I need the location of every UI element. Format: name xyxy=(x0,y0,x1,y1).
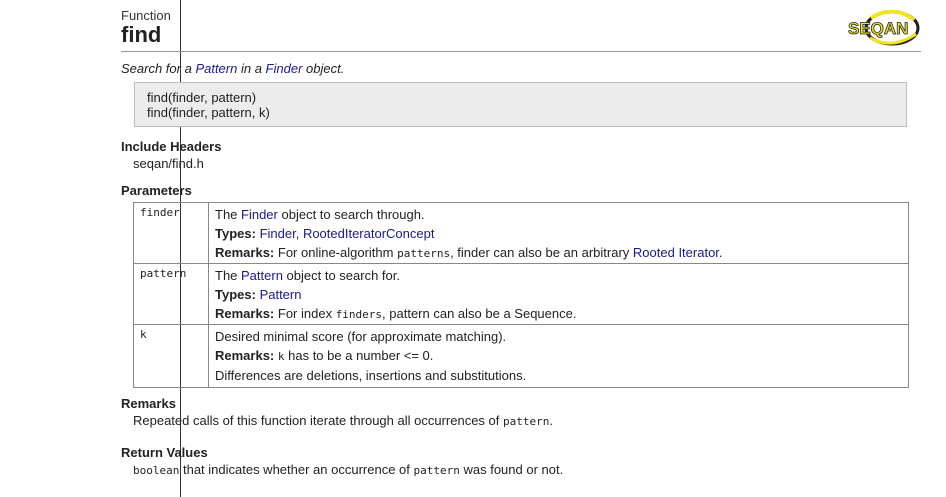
include-headers-heading: Include Headers xyxy=(121,139,222,154)
summary: Search for a Pattern in a Finder object. xyxy=(121,61,345,76)
remarks-heading: Remarks xyxy=(121,396,176,411)
param-name: pattern xyxy=(133,263,209,325)
table-row: pattern The Pattern object to search for… xyxy=(133,263,909,325)
pattern-link[interactable]: Pattern xyxy=(195,61,237,76)
signature-box: find(finder, pattern) find(finder, patte… xyxy=(134,82,907,127)
remarks-text: Repeated calls of this function iterate … xyxy=(133,413,553,428)
param-name: finder xyxy=(133,202,209,264)
return-values-text: boolean that indicates whether an occurr… xyxy=(133,462,564,477)
header-divider xyxy=(121,51,921,52)
finder-link[interactable]: Finder xyxy=(266,61,303,76)
finder-type-link[interactable]: Finder xyxy=(260,226,296,241)
return-values-heading: Return Values xyxy=(121,445,208,460)
seqan-logo: SEQAN xyxy=(848,10,920,46)
param-desc: Desired minimal score (for approximate m… xyxy=(208,324,909,388)
finder-link[interactable]: Finder xyxy=(241,207,278,222)
logo-text: SEQAN xyxy=(848,19,908,38)
table-row: k Desired minimal score (for approximate… xyxy=(133,324,909,388)
include-file: seqan/find.h xyxy=(133,156,204,171)
page-title: find xyxy=(121,22,162,47)
signature-line: find(finder, pattern) xyxy=(147,90,257,105)
pattern-link[interactable]: Pattern xyxy=(241,268,283,283)
param-desc: The Pattern object to search for. Types:… xyxy=(208,263,909,325)
table-row: finder The Finder object to search throu… xyxy=(133,202,909,264)
parameters-heading: Parameters xyxy=(121,183,192,198)
param-name: k xyxy=(133,324,209,388)
param-desc: The Finder object to search through. Typ… xyxy=(208,202,909,264)
rooted-iterator-concept-link[interactable]: RootedIteratorConcept xyxy=(303,226,435,241)
signature-line: find(finder, pattern, k) xyxy=(147,105,270,120)
parameters-table: finder The Finder object to search throu… xyxy=(133,202,909,388)
rooted-iterator-link[interactable]: Rooted Iterator xyxy=(633,245,719,260)
pattern-type-link[interactable]: Pattern xyxy=(260,287,302,302)
entry-kind: Function xyxy=(121,8,171,23)
